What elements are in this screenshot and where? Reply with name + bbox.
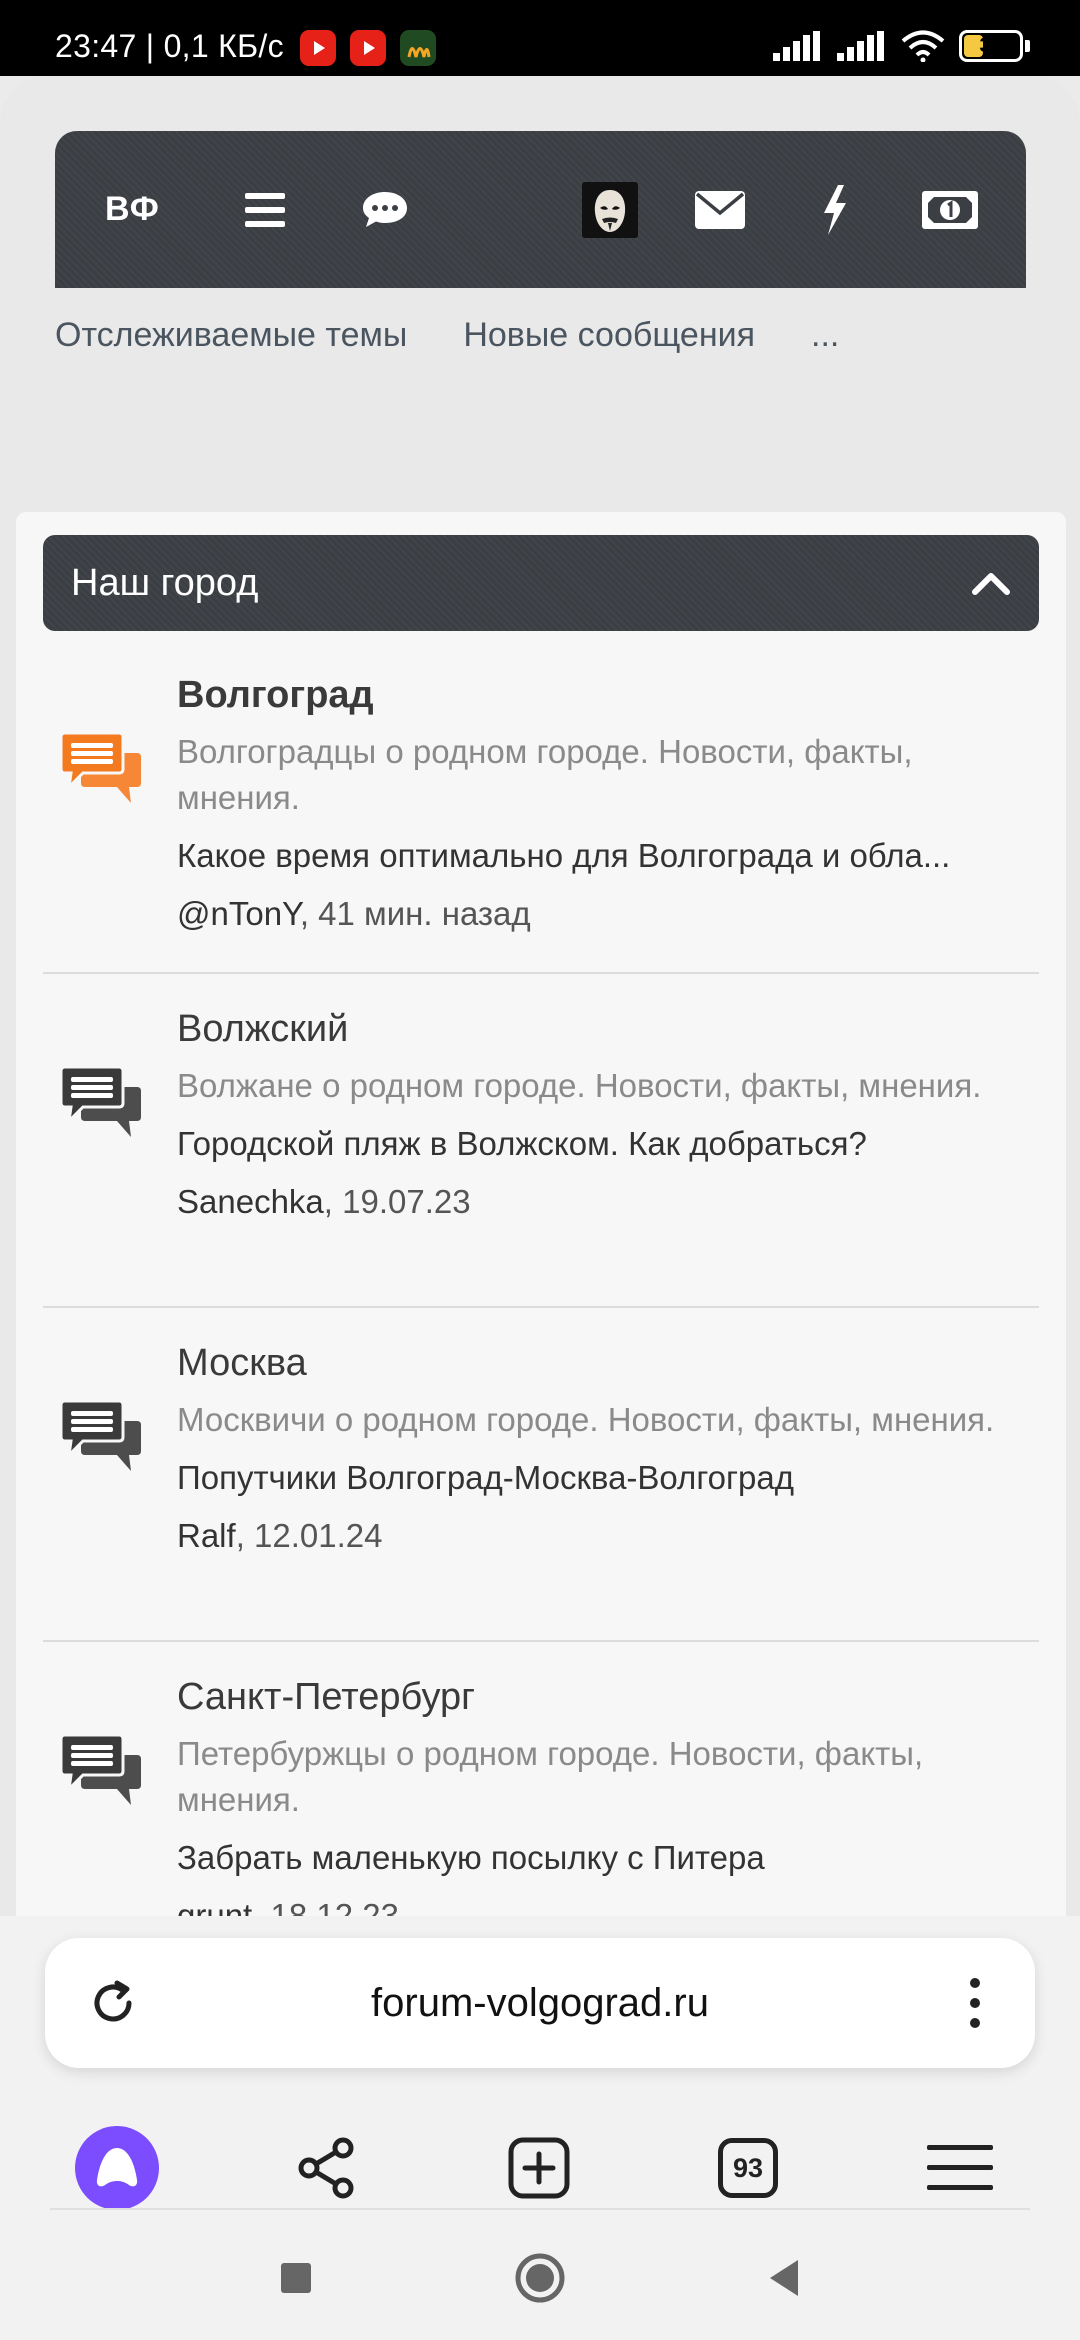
subnav-more[interactable]: ...: [811, 316, 839, 355]
forum-body: Москва Москвичи о родном городе. Новости,…: [177, 1339, 1027, 1559]
system-navigation-bar: [0, 2212, 1080, 2340]
forum-description: Волгоградцы о родном городе. Новости, фа…: [177, 733, 913, 816]
forum-title[interactable]: Волжский: [177, 1005, 1027, 1053]
forum-category-card: Наш город Волгоград Волгоградцы о родном …: [16, 512, 1066, 1916]
share-icon: [298, 2137, 354, 2199]
last-thread-link[interactable]: Забрать маленькую посылку с Питера: [177, 1835, 1027, 1881]
forum-row[interactable]: Волжский Волжане о родном городе. Новости…: [43, 975, 1039, 1308]
browser-menu-button[interactable]: [918, 2126, 1002, 2210]
home-button[interactable]: [512, 2250, 568, 2306]
forum-body: Волжский Волжане о родном городе. Новости…: [177, 1005, 1027, 1225]
signal-icon: [837, 31, 884, 61]
back-button[interactable]: [756, 2250, 812, 2306]
last-thread-link[interactable]: Какое время оптимально для Волгограда и …: [177, 833, 1027, 879]
new-tab-button[interactable]: [497, 2126, 581, 2210]
forum-title[interactable]: Москва: [177, 1339, 1027, 1387]
forum-navbar: ВФ: [55, 131, 1026, 288]
battery-level: 33: [979, 34, 1003, 57]
category-title: Наш город: [71, 561, 259, 604]
avatar: [582, 181, 638, 238]
alice-assistant-button[interactable]: [75, 2126, 159, 2210]
last-post-user[interactable]: Ralf: [177, 1517, 236, 1554]
signal-icon: [773, 31, 820, 61]
last-post-date: , 18.12.23: [252, 1897, 400, 1916]
status-time-speed: 23:47 | 0,1 КБ/с: [55, 28, 284, 64]
category-header[interactable]: Наш город: [43, 535, 1039, 631]
food-app-icon: [400, 30, 436, 66]
browser-toolbar: 93: [0, 2096, 1080, 2226]
more-vertical-icon[interactable]: [965, 1975, 985, 2031]
tabs-count: 93: [718, 2138, 778, 2198]
battery-indicator: 33: [959, 30, 1023, 62]
forum-chat-icon: [59, 1733, 141, 1805]
last-post-user[interactable]: grunt: [177, 1897, 252, 1916]
menu-icon[interactable]: [225, 131, 305, 288]
forum-description: Волжане о родном городе. Новости, факты,…: [177, 1067, 982, 1104]
last-post-user[interactable]: @nTonY: [177, 895, 300, 932]
share-button[interactable]: [285, 2126, 369, 2210]
last-post-meta: @nTonY, 41 мин. назад: [177, 891, 1027, 937]
forum-row[interactable]: Москва Москвичи о родном городе. Новости,…: [43, 1309, 1039, 1642]
square-icon: [281, 2263, 311, 2293]
chat-icon[interactable]: [345, 131, 425, 288]
url-text[interactable]: forum-volgograd.ru: [45, 1938, 1035, 2068]
wifi-icon: [901, 30, 945, 62]
forum-chat-icon: [59, 731, 141, 803]
money-icon[interactable]: [905, 131, 995, 288]
status-bar: 23:47 | 0,1 КБ/с 33: [0, 0, 1080, 76]
subnav-new-posts[interactable]: Новые сообщения: [463, 316, 755, 355]
youtube-icon: [300, 30, 336, 66]
last-thread-link[interactable]: Попутчики Волгоград-Москва-Волгоград: [177, 1455, 1027, 1501]
user-avatar[interactable]: [570, 131, 650, 288]
forum-body: Волгоград Волгоградцы о родном городе. Но…: [177, 671, 1027, 937]
subnav-watched-threads[interactable]: Отслеживаемые темы: [55, 316, 407, 355]
mail-icon[interactable]: [675, 131, 765, 288]
tabs-button[interactable]: 93: [706, 2126, 790, 2210]
address-bar[interactable]: forum-volgograd.ru: [45, 1938, 1035, 2068]
forum-description: Петербуржцы о родном городе. Новости, фа…: [177, 1735, 924, 1818]
last-post-user[interactable]: Sanechka: [177, 1183, 324, 1220]
chevron-up-icon[interactable]: [971, 571, 1011, 595]
forum-title[interactable]: Волгоград: [177, 671, 1027, 719]
last-thread-link[interactable]: Городской пляж в Волжском. Как добраться…: [177, 1121, 1027, 1167]
recents-button[interactable]: [268, 2250, 324, 2306]
last-post-meta: Ralf, 12.01.24: [177, 1513, 1027, 1559]
youtube-icon: [350, 30, 386, 66]
forum-body: Санкт-Петербург Петербуржцы о родном горо…: [177, 1673, 1027, 1916]
forum-chat-icon: [59, 1399, 141, 1471]
forum-description: Москвичи о родном городе. Новости, факты…: [177, 1401, 995, 1438]
alice-icon: [75, 2126, 159, 2210]
forum-row[interactable]: Волгоград Волгоградцы о родном городе. Но…: [43, 641, 1039, 974]
forum-row[interactable]: Санкт-Петербург Петербуржцы о родном горо…: [43, 1643, 1039, 1916]
web-page: ВФ Отслеживаемые темы Новые сообщения ..…: [0, 76, 1080, 1916]
forum-chat-icon: [59, 1065, 141, 1137]
forum-title[interactable]: Санкт-Петербург: [177, 1673, 1027, 1721]
last-post-meta: grunt, 18.12.23: [177, 1893, 1027, 1916]
lightning-icon[interactable]: [795, 131, 875, 288]
home-circle-icon: [515, 2253, 565, 2303]
subnav: Отслеживаемые темы Новые сообщения ...: [55, 316, 839, 355]
site-logo[interactable]: ВФ: [105, 131, 160, 288]
battery-tip: [1025, 40, 1030, 52]
last-post-date: , 41 мин. назад: [299, 895, 531, 932]
last-post-date: , 19.07.23: [323, 1183, 471, 1220]
hamburger-icon: [927, 2145, 993, 2190]
back-triangle-icon: [770, 2260, 798, 2296]
divider: [50, 2208, 1030, 2210]
plus-square-icon: [508, 2137, 570, 2199]
last-post-meta: Sanechka, 19.07.23: [177, 1179, 1027, 1225]
last-post-date: , 12.01.24: [235, 1517, 383, 1554]
